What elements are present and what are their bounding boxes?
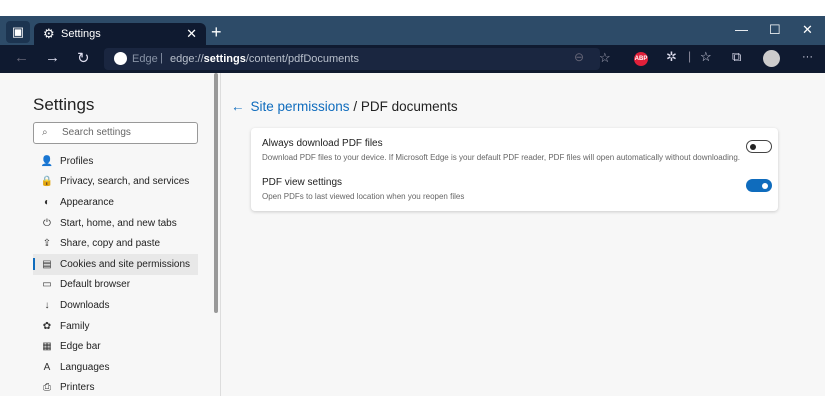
sidebar-item-edge-bar[interactable]: ▦ Edge bar: [33, 336, 198, 357]
toolbar: ← → ↻ Edge | edge://settings/content/pdf…: [0, 45, 825, 73]
url-scheme: edge://: [170, 53, 204, 65]
sidebar-item-label: Profiles: [60, 155, 94, 167]
new-tab-button[interactable]: +: [211, 22, 222, 43]
search-placeholder: Search settings: [62, 127, 131, 138]
tab-actions-icon[interactable]: ▣: [6, 21, 30, 43]
sidebar-item-icon: ▭: [42, 279, 52, 291]
sidebar-item-icon: ⎙: [43, 382, 51, 394]
back-arrow-icon[interactable]: ←: [231, 99, 245, 114]
sidebar-item-label: Printers: [60, 382, 95, 394]
sidebar-item-share-copy-and-paste[interactable]: ⇪ Share, copy and paste: [33, 233, 198, 254]
extensions-icon[interactable]: ✲: [666, 49, 677, 65]
sidebar-item-start-home-and-new-tabs[interactable]: ⏻ Start, home, and new tabs: [33, 213, 198, 234]
close-tab-icon[interactable]: ✕: [186, 26, 197, 42]
more-icon[interactable]: ···: [802, 51, 813, 63]
sidebar-item-icon: ✿: [42, 320, 52, 332]
page-title: PDF documents: [360, 99, 458, 114]
forward-icon[interactable]: →: [45, 49, 60, 66]
sidebar-item-label: Default browser: [60, 279, 131, 291]
tab-title: Settings: [61, 28, 101, 40]
sidebar-item-label: Family: [60, 320, 90, 332]
close-window-button[interactable]: ✕: [802, 22, 813, 38]
sidebar-item-label: Languages: [60, 361, 110, 373]
url-path: /content/pdfDocuments: [245, 53, 359, 65]
url-host: settings: [203, 53, 246, 65]
favorites-icon[interactable]: ☆: [700, 49, 712, 65]
sidebar-item-printers[interactable]: ⎙ Printers: [33, 378, 198, 396]
breadcrumb-site-permissions[interactable]: Site permissions: [251, 99, 350, 114]
setting-pdf-view: PDF view settings Open PDFs to last view…: [262, 177, 772, 201]
breadcrumb-separator: /: [353, 99, 358, 114]
sidebar-item-label: Edge bar: [60, 341, 101, 353]
sidebar-item-icon: ▤: [42, 258, 52, 270]
edge-logo-icon: [114, 52, 127, 65]
sidebar-item-label: Cookies and site permissions: [60, 258, 191, 270]
sidebar-item-icon: ⏻: [43, 217, 51, 229]
profile-avatar[interactable]: [763, 50, 780, 67]
minimize-button[interactable]: —: [735, 22, 748, 37]
sidebar-scrollbar[interactable]: [214, 73, 218, 313]
main-content: ← Site permissions / PDF documents Always…: [222, 73, 825, 396]
sidebar-item-appearance[interactable]: ◐ Appearance: [33, 192, 198, 213]
sidebar-item-icon: ◐: [43, 196, 51, 208]
address-bar[interactable]: Edge | edge://settings/content/pdfDocume…: [104, 48, 611, 70]
title-bar: ▣ ⚙ Settings ✕ + — ☐ ✕: [0, 16, 825, 45]
sidebar-nav: 👤 Profiles 🔒 Privacy, search, and services ◐…: [33, 151, 198, 396]
sidebar-item-languages[interactable]: A Languages: [33, 357, 198, 378]
toolbar-divider: |: [688, 49, 692, 63]
gear-icon: ⚙: [43, 26, 55, 41]
sidebar-item-cookies-and-site-permissions[interactable]: ▤ Cookies and site permissions: [33, 253, 198, 275]
always-download-toggle[interactable]: [746, 140, 772, 153]
sidebar-item-icon: ▦: [42, 341, 52, 353]
sidebar-item-downloads[interactable]: ↓ Downloads: [33, 295, 198, 316]
setting-always-download: Always download PDF files Download PDF f…: [262, 138, 772, 162]
maximize-button[interactable]: ☐: [769, 22, 781, 38]
settings-sidebar: Settings ⌕ Search settings 👤 Profiles 🔒 Pri…: [0, 73, 221, 396]
add-favorite-icon[interactable]: ☆: [599, 50, 611, 66]
setting-description: Open PDFs to last viewed location when y…: [262, 192, 465, 201]
url-text[interactable]: edge://settings/content/pdfDocuments: [170, 53, 359, 65]
sidebar-item-label: Appearance: [60, 196, 114, 208]
sidebar-item-family[interactable]: ✿ Family: [33, 316, 198, 337]
breadcrumb: ← Site permissions / PDF documents: [231, 99, 458, 114]
sidebar-item-icon: ↓: [44, 299, 50, 311]
refresh-icon[interactable]: ↻: [77, 49, 90, 67]
sidebar-item-icon: 🔒: [40, 176, 54, 188]
collections-icon[interactable]: ⧉: [732, 49, 741, 65]
setting-title: Always download PDF files: [262, 138, 383, 149]
sidebar-item-default-browser[interactable]: ▭ Default browser: [33, 275, 198, 296]
tab-settings[interactable]: ⚙ Settings ✕: [34, 23, 206, 45]
browser-window: ▣ ⚙ Settings ✕ + — ☐ ✕ ← → ↻ Edge | edge…: [0, 16, 825, 396]
search-icon: ⌕: [42, 127, 48, 138]
sidebar-item-icon: A: [43, 361, 51, 373]
search-input[interactable]: ⌕ Search settings: [33, 122, 198, 144]
setting-title: PDF view settings: [262, 177, 343, 188]
sidebar-item-profiles[interactable]: 👤 Profiles: [33, 151, 198, 172]
address-separator: |: [160, 52, 163, 64]
sidebar-item-icon: 👤: [40, 155, 54, 167]
sidebar-item-label: Start, home, and new tabs: [60, 217, 177, 229]
sidebar-item-label: Privacy, search, and services: [60, 176, 190, 188]
sidebar-item-icon: ⇪: [42, 238, 52, 250]
sidebar-item-label: Share, copy and paste: [60, 238, 161, 250]
sidebar-item-privacy-search-and-services[interactable]: 🔒 Privacy, search, and services: [33, 172, 198, 193]
sidebar-title: Settings: [33, 95, 95, 114]
back-icon[interactable]: ←: [14, 49, 29, 66]
address-prefix: Edge: [132, 53, 158, 65]
pdf-settings-card: Always download PDF files Download PDF f…: [251, 128, 778, 211]
setting-description: Download PDF files to your device. If Mi…: [262, 153, 740, 162]
zoom-out-icon[interactable]: ⊖: [574, 50, 584, 64]
adblock-plus-icon[interactable]: ABP: [634, 52, 648, 66]
sidebar-item-label: Downloads: [60, 299, 110, 311]
pdf-view-toggle[interactable]: [746, 179, 772, 192]
